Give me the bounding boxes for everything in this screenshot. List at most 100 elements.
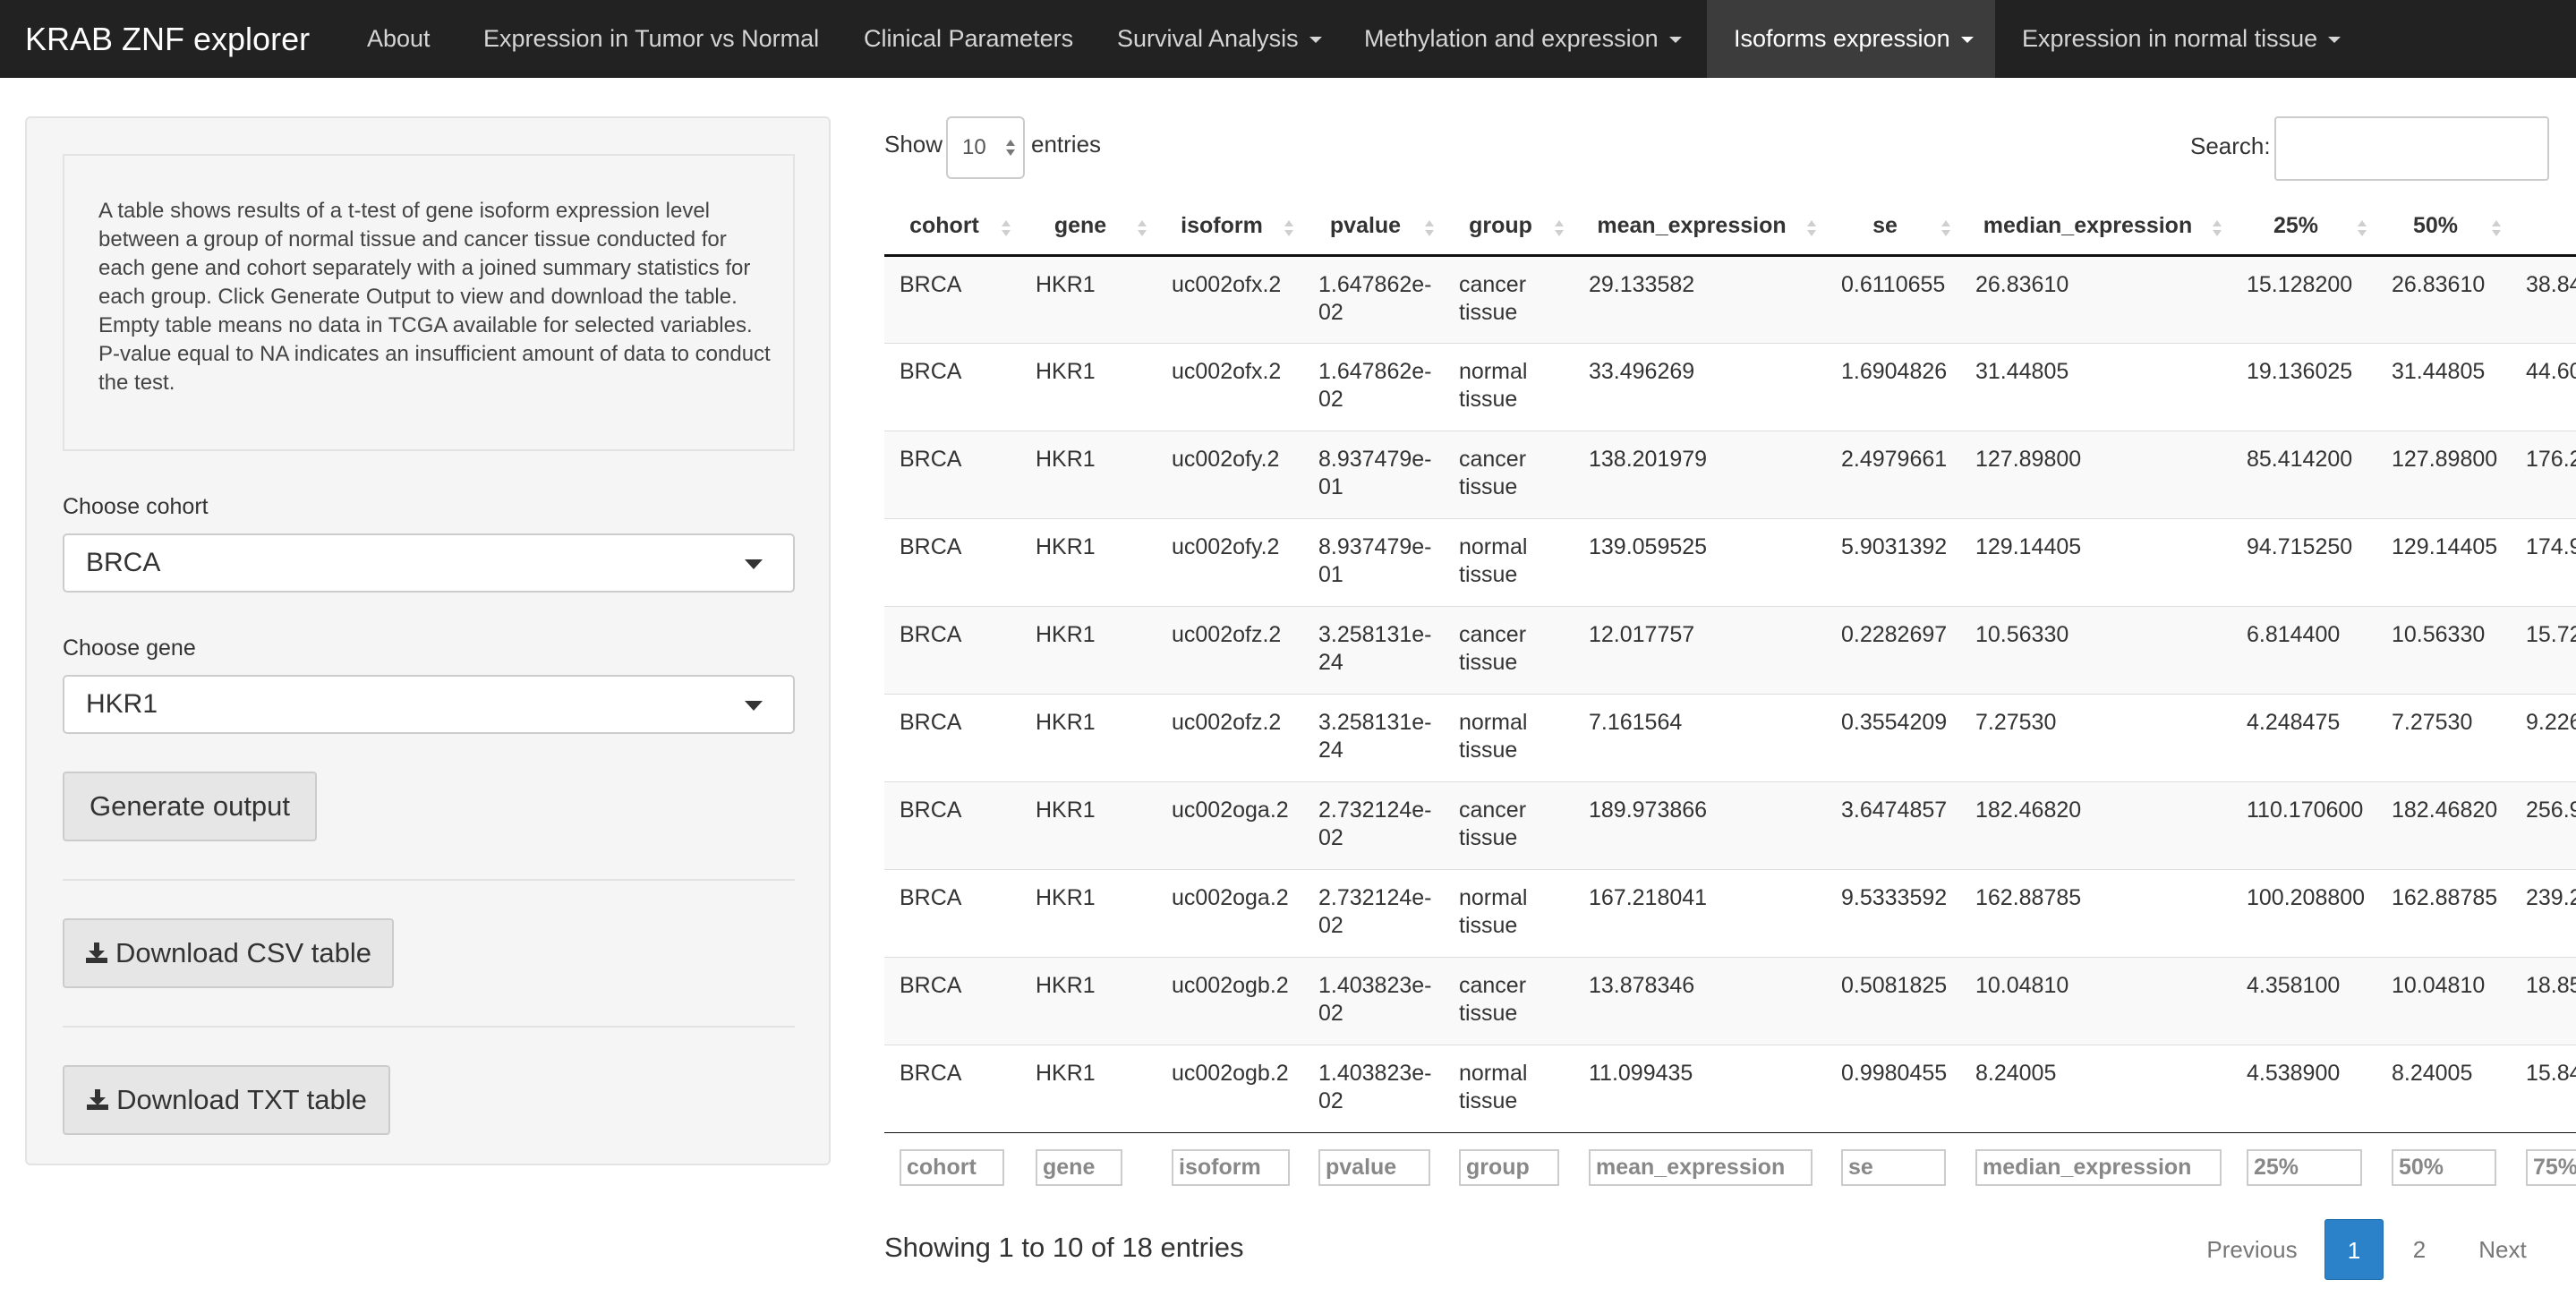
- column-header-label: cohort: [909, 213, 979, 239]
- nav-expression-tumor-vs-normal[interactable]: Expression in Tumor vs Normal: [456, 0, 846, 78]
- search-input[interactable]: [2274, 116, 2549, 181]
- column-header[interactable]: pvalue: [1303, 199, 1444, 257]
- nav-expression-normal-tissue[interactable]: Expression in normal tissue: [1995, 0, 2367, 78]
- table-cell: cancer tissue: [1444, 254, 1574, 343]
- column-filter-input[interactable]: cohort: [900, 1148, 1004, 1186]
- table-cell: 1.403823e-02: [1303, 956, 1444, 1045]
- column-header[interactable]: median_expression: [1960, 199, 2231, 257]
- sort-arrows-icon: [1941, 220, 1950, 236]
- table-cell: HKR1: [1020, 868, 1156, 957]
- table-row[interactable]: BRCA HKR1 uc002ofz.2 3.258131e-24 normal tis…: [884, 693, 2576, 781]
- sort-arrows-icon: [1555, 220, 1564, 236]
- column-header[interactable]: 50%: [2376, 199, 2511, 257]
- column-filter-input[interactable]: se: [1841, 1148, 1946, 1186]
- column-filter-input[interactable]: gene: [1036, 1148, 1122, 1186]
- top-navbar: KRAB ZNF explorer About Expression in Tu…: [0, 0, 2576, 78]
- footer-cell: 75%: [2511, 1132, 2576, 1197]
- download-icon: [85, 942, 107, 963]
- table-cell: BRCA: [884, 605, 1020, 694]
- table-cell: HKR1: [1020, 254, 1156, 343]
- footer-cell: cohort: [884, 1132, 1020, 1197]
- nav-expression-label: Expression in Tumor vs Normal: [483, 25, 820, 52]
- table-cell: 110.170600: [2231, 780, 2376, 869]
- search-label: Search:: [2190, 132, 2271, 159]
- entries-label: entries: [1031, 131, 1102, 158]
- table-row[interactable]: BRCA HKR1 uc002ofx.2 1.647862e-02 normal tis…: [884, 342, 2576, 431]
- table-cell: 4.358100: [2231, 956, 2376, 1045]
- column-header[interactable]: se: [1826, 199, 1960, 257]
- app-title[interactable]: KRAB ZNF explorer: [25, 0, 310, 78]
- table-cell: 1.403823e-02: [1303, 1044, 1444, 1133]
- table-cell: 176.27700: [2511, 430, 2576, 518]
- table-cell: 0.9980455: [1826, 1044, 1960, 1133]
- table-cell: HKR1: [1020, 1044, 1156, 1133]
- column-filter-input[interactable]: pvalue: [1318, 1148, 1430, 1186]
- column-header[interactable]: 75%: [2511, 199, 2576, 257]
- table-cell: 3.6474857: [1826, 780, 1960, 869]
- entries-select[interactable]: 10: [946, 116, 1025, 179]
- column-header[interactable]: isoform: [1156, 199, 1303, 257]
- table-cell: 85.414200: [2231, 430, 2376, 518]
- table-cell: uc002ofy.2: [1156, 430, 1303, 518]
- column-filter-input[interactable]: 25%: [2247, 1148, 2362, 1186]
- column-header-label: pvalue: [1329, 213, 1402, 239]
- table-row[interactable]: BRCA HKR1 uc002oga.2 2.732124e-02 cancer tis…: [884, 780, 2576, 869]
- table-row[interactable]: BRCA HKR1 uc002ogb.2 1.403823e-02 cancer tis…: [884, 956, 2576, 1045]
- caret-down-icon: [2328, 37, 2341, 43]
- column-header[interactable]: gene: [1020, 199, 1156, 257]
- download-txt-button[interactable]: Download TXT table: [63, 1065, 390, 1135]
- table-row[interactable]: BRCA HKR1 uc002ofx.2 1.647862e-02 cancer tis…: [884, 254, 2576, 343]
- column-filter-input[interactable]: 50%: [2392, 1148, 2496, 1186]
- table-row[interactable]: BRCA HKR1 uc002ofy.2 8.937479e-01 normal tis…: [884, 517, 2576, 606]
- footer-cell: isoform: [1156, 1132, 1303, 1197]
- nav-clinical-parameters[interactable]: Clinical Parameters: [837, 0, 1100, 78]
- table-cell: 7.27530: [2376, 693, 2511, 781]
- table-cell: 8.937479e-01: [1303, 517, 1444, 606]
- page-1-button[interactable]: 1: [2324, 1219, 2384, 1280]
- nav-isoforms-label: Isoforms expression: [1734, 25, 1950, 52]
- column-filter-input[interactable]: isoform: [1172, 1148, 1290, 1186]
- column-header[interactable]: 25%: [2231, 199, 2376, 257]
- column-header[interactable]: cohort: [884, 199, 1020, 257]
- table-row[interactable]: BRCA HKR1 uc002ogb.2 1.403823e-02 normal tis…: [884, 1044, 2576, 1133]
- nav-survival-analysis[interactable]: Survival Analysis: [1090, 0, 1349, 78]
- download-csv-button[interactable]: Download CSV table: [63, 918, 394, 988]
- page-2-button[interactable]: 2: [2390, 1219, 2449, 1280]
- next-page-button[interactable]: Next: [2460, 1219, 2546, 1280]
- table-cell: BRCA: [884, 342, 1020, 431]
- table-cell: 18.85900: [2511, 956, 2576, 1045]
- gene-select[interactable]: HKR1: [63, 675, 795, 734]
- column-filter-input[interactable]: group: [1459, 1148, 1559, 1186]
- table-row[interactable]: BRCA HKR1 uc002oga.2 2.732124e-02 normal tis…: [884, 868, 2576, 957]
- table-row[interactable]: BRCA HKR1 uc002ofy.2 8.937479e-01 cancer tis…: [884, 430, 2576, 518]
- table-cell: normal tissue: [1444, 517, 1574, 606]
- sort-arrows-icon: [2358, 220, 2367, 236]
- download-icon: [87, 1089, 109, 1110]
- table-cell: 139.059525: [1574, 517, 1826, 606]
- table-cell: uc002ofz.2: [1156, 605, 1303, 694]
- table-cell: 19.136025: [2231, 342, 2376, 431]
- table-cell: cancer tissue: [1444, 956, 1574, 1045]
- column-header[interactable]: mean_expression: [1574, 199, 1826, 257]
- nav-isoforms-expression[interactable]: Isoforms expression: [1707, 0, 1995, 78]
- column-filter-input[interactable]: 75%: [2526, 1148, 2576, 1186]
- column-header[interactable]: group: [1444, 199, 1574, 257]
- table-cell: 8.24005: [1960, 1044, 2231, 1133]
- generate-output-button[interactable]: Generate output: [63, 772, 317, 841]
- sort-arrows-icon: [2492, 220, 2501, 236]
- table-row[interactable]: BRCA HKR1 uc002ofz.2 3.258131e-24 cancer tis…: [884, 605, 2576, 694]
- column-filter-input[interactable]: median_expression: [1975, 1148, 2222, 1186]
- nav-methylation-expression[interactable]: Methylation and expression: [1337, 0, 1709, 78]
- previous-page-button[interactable]: Previous: [2195, 1219, 2309, 1280]
- nav-about[interactable]: About: [340, 0, 457, 78]
- dropdown-arrow-icon: [745, 559, 763, 569]
- table-cell: 4.538900: [2231, 1044, 2376, 1133]
- cohort-select[interactable]: BRCA: [63, 533, 795, 593]
- table-cell: 162.88785: [2376, 868, 2511, 957]
- cohort-select-value: BRCA: [86, 548, 161, 577]
- table-cell: 0.3554209: [1826, 693, 1960, 781]
- column-filter-input[interactable]: mean_expression: [1589, 1148, 1813, 1186]
- table-cell: cancer tissue: [1444, 780, 1574, 869]
- table-cell: 29.133582: [1574, 254, 1826, 343]
- table-body: BRCA HKR1 uc002ofx.2 1.647862e-02 cancer tis…: [884, 254, 2576, 1133]
